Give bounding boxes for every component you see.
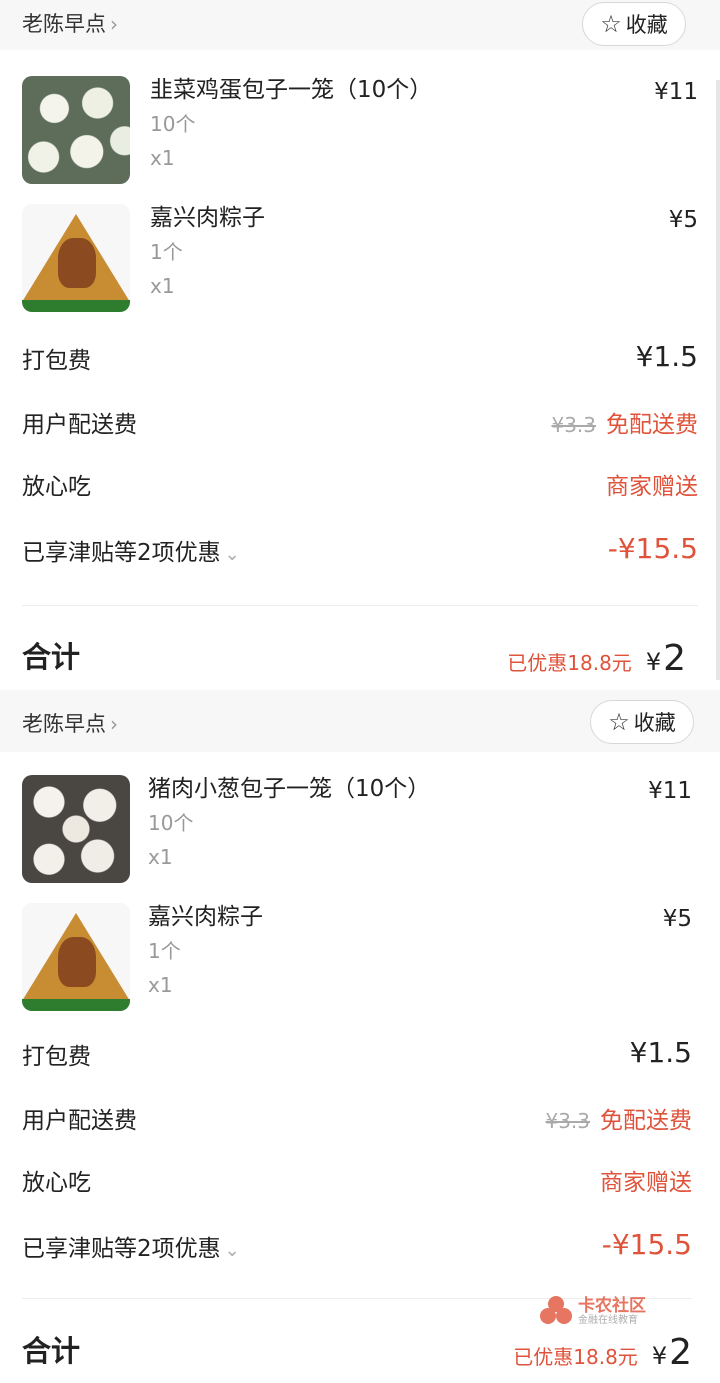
item-image xyxy=(22,204,130,312)
item-price: ¥11 xyxy=(648,778,692,804)
packing-fee-row: 打包费 ¥1.5 xyxy=(22,342,698,382)
packing-fee-value: ¥1.5 xyxy=(629,1036,692,1069)
watermark-title: 卡农社区 xyxy=(578,1296,646,1316)
item-name: 嘉兴肉粽子 xyxy=(148,904,263,930)
total-price: ¥2 xyxy=(646,638,686,679)
assurance-value: 商家赠送 xyxy=(600,1170,692,1196)
item-price: ¥5 xyxy=(662,906,692,932)
delivery-fee-label: 用户配送费 xyxy=(22,1108,137,1134)
item-name: 嘉兴肉粽子 xyxy=(150,205,265,231)
delivery-fee-row: 用户配送费 ¥3.3 免配送费 xyxy=(22,1102,692,1142)
packing-fee-value: ¥1.5 xyxy=(635,340,698,373)
discount-value: -¥15.5 xyxy=(601,1228,692,1261)
total-label: 合计 xyxy=(22,1334,81,1368)
discount-row[interactable]: 已享津贴等2项优惠 ⌄ -¥15.5 xyxy=(22,534,698,574)
currency-symbol: ¥ xyxy=(651,1342,668,1370)
order-item[interactable]: 嘉兴肉粽子 1个 x1 ¥5 xyxy=(22,903,692,1013)
item-image xyxy=(22,76,130,184)
item-name: 猪肉小葱包子一笼（10个） xyxy=(148,776,431,802)
order-card: 老陈早点 › ☆ 收藏 韭菜鸡蛋包子一笼（10个） 10个 x1 ¥11 嘉兴肉粽子… xyxy=(0,0,720,690)
assurance-value: 商家赠送 xyxy=(606,474,698,500)
total-summary: 已优惠18.8元 ¥2 xyxy=(507,638,686,679)
store-link[interactable]: 老陈早点 › xyxy=(22,712,118,736)
total-amount: 2 xyxy=(669,1332,692,1373)
chevron-right-icon: › xyxy=(110,12,118,36)
total-amount: 2 xyxy=(663,638,686,679)
order-item[interactable]: 猪肉小葱包子一笼（10个） 10个 x1 ¥11 xyxy=(22,775,692,885)
store-name[interactable]: 老陈早点 xyxy=(22,12,106,36)
original-delivery-fee: ¥3.3 xyxy=(545,1109,590,1133)
item-price: ¥11 xyxy=(654,79,698,105)
favorite-button[interactable]: ☆ 收藏 xyxy=(582,2,686,46)
divider xyxy=(22,605,698,606)
saved-amount: 已优惠18.8元 xyxy=(507,651,632,675)
star-icon: ☆ xyxy=(608,708,630,736)
item-image xyxy=(22,903,130,1011)
order-item[interactable]: 嘉兴肉粽子 1个 x1 ¥5 xyxy=(22,204,698,314)
item-spec: 1个 xyxy=(150,240,183,264)
store-header: 老陈早点 › ☆ 收藏 xyxy=(0,690,720,752)
item-spec: 10个 xyxy=(150,112,196,136)
discount-value: -¥15.5 xyxy=(607,532,698,565)
discount-text: 已享津贴等2项优惠 xyxy=(22,1236,221,1262)
order-card: 老陈早点 › ☆ 收藏 猪肉小葱包子一笼（10个） 10个 x1 ¥11 嘉兴肉粽子… xyxy=(0,690,720,1383)
watermark: 卡农社区 金融在线教育 xyxy=(540,1296,646,1328)
watermark-logo-icon xyxy=(540,1296,572,1328)
favorite-label: 收藏 xyxy=(633,711,676,735)
store-header: 老陈早点 › ☆ 收藏 xyxy=(0,0,720,50)
store-link[interactable]: 老陈早点 › xyxy=(22,12,118,36)
item-image xyxy=(22,775,130,883)
packing-fee-label: 打包费 xyxy=(22,1044,91,1070)
total-label: 合计 xyxy=(22,640,81,674)
item-quantity: x1 xyxy=(148,845,173,869)
assurance-label: 放心吃 xyxy=(22,474,91,500)
item-price: ¥5 xyxy=(668,207,698,233)
total-summary: 已优惠18.8元 ¥2 xyxy=(513,1332,692,1373)
delivery-fee-label: 用户配送费 xyxy=(22,412,137,438)
order-item[interactable]: 韭菜鸡蛋包子一笼（10个） 10个 x1 ¥11 xyxy=(22,76,698,186)
watermark-subtitle: 金融在线教育 xyxy=(578,1315,638,1326)
delivery-fee-row: 用户配送费 ¥3.3 免配送费 xyxy=(22,406,698,446)
delivery-fee-value: ¥3.3 免配送费 xyxy=(545,1106,692,1136)
discount-label[interactable]: 已享津贴等2项优惠 ⌄ xyxy=(22,538,240,570)
assurance-row: 放心吃 商家赠送 xyxy=(22,1164,692,1204)
packing-fee-label: 打包费 xyxy=(22,348,91,374)
discount-label[interactable]: 已享津贴等2项优惠 ⌄ xyxy=(22,1234,240,1266)
delivery-fee-value: ¥3.3 免配送费 xyxy=(551,410,698,440)
favorite-label: 收藏 xyxy=(625,13,668,37)
favorite-button[interactable]: ☆ 收藏 xyxy=(590,700,694,744)
packing-fee-row: 打包费 ¥1.5 xyxy=(22,1038,692,1078)
chevron-right-icon: › xyxy=(110,712,118,736)
item-quantity: x1 xyxy=(150,146,175,170)
chevron-down-icon: ⌄ xyxy=(224,544,240,565)
star-icon: ☆ xyxy=(600,10,622,38)
total-price: ¥2 xyxy=(652,1332,692,1373)
free-delivery-label: 免配送费 xyxy=(606,412,698,438)
item-name: 韭菜鸡蛋包子一笼（10个） xyxy=(150,77,433,103)
assurance-label: 放心吃 xyxy=(22,1170,91,1196)
assurance-row: 放心吃 商家赠送 xyxy=(22,468,698,508)
item-spec: 1个 xyxy=(148,939,181,963)
item-spec: 10个 xyxy=(148,811,194,835)
free-delivery-label: 免配送费 xyxy=(600,1108,692,1134)
discount-text: 已享津贴等2项优惠 xyxy=(22,540,221,566)
currency-symbol: ¥ xyxy=(645,648,662,676)
saved-amount: 已优惠18.8元 xyxy=(513,1345,638,1369)
item-quantity: x1 xyxy=(150,274,175,298)
chevron-down-icon: ⌄ xyxy=(224,1240,240,1261)
item-quantity: x1 xyxy=(148,973,173,997)
original-delivery-fee: ¥3.3 xyxy=(551,413,596,437)
scrollbar[interactable] xyxy=(716,80,720,680)
discount-row[interactable]: 已享津贴等2项优惠 ⌄ -¥15.5 xyxy=(22,1230,692,1270)
store-name[interactable]: 老陈早点 xyxy=(22,712,106,736)
